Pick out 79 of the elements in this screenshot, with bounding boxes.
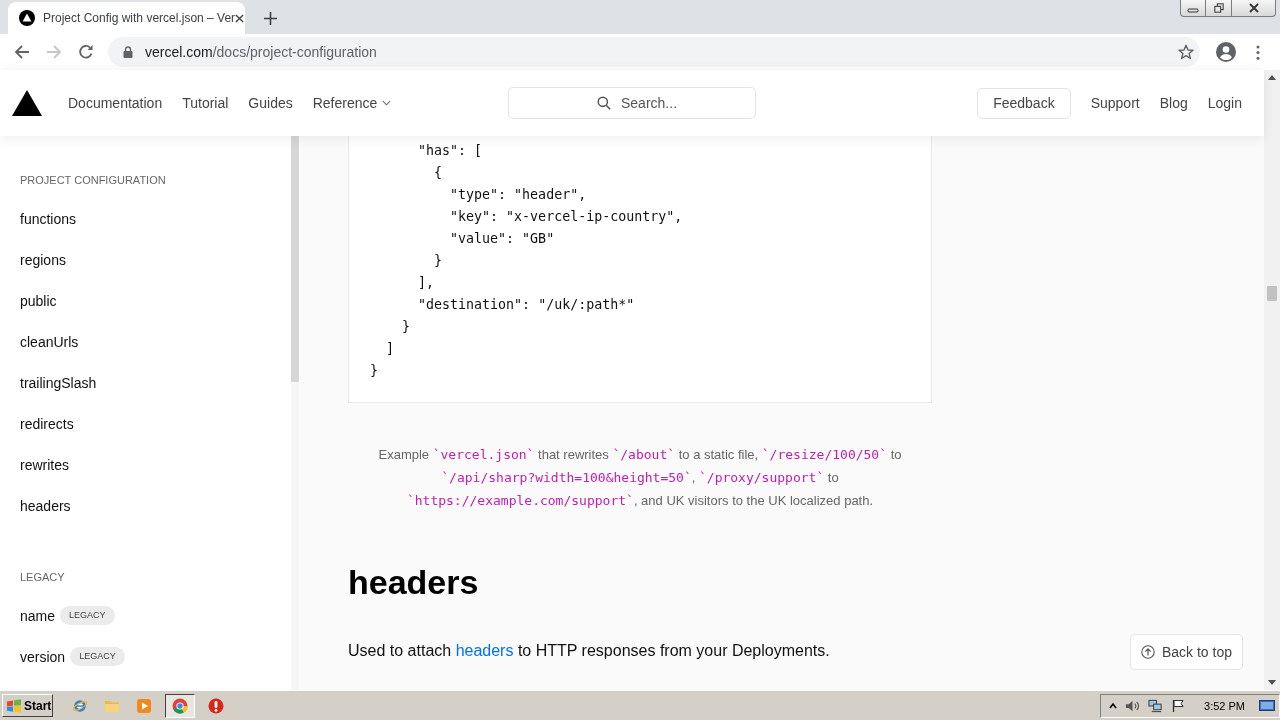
figure-caption: Example `vercel.json` that rewrites `/about` to a static file, `/resize/100/50` to `/api/sharp?width=100&height=50`, `/proxy/support` to `https://example.com/support`, and UK visitors to the UK localized path.: [377, 446, 903, 510]
code-line: }: [434, 253, 443, 268]
sidebar-scrollbar[interactable]: [291, 136, 299, 690]
triangle-logo-icon[interactable]: [12, 90, 42, 116]
desktop-icon[interactable]: [1259, 698, 1275, 713]
code-line: "has": [: [418, 143, 483, 158]
section-heading: headers: [348, 562, 480, 603]
address-bar[interactable]: vercel.com/docs/project-configuration: [108, 37, 1200, 67]
nav-link[interactable]: Guides: [248, 95, 293, 111]
network-icon[interactable]: [1148, 698, 1164, 713]
arrow-up-circle-icon: [1140, 645, 1155, 659]
back-arrow-icon[interactable]: [14, 44, 30, 60]
lock-icon: [123, 46, 133, 58]
sidebar-link[interactable]: cleanUrls: [20, 333, 79, 350]
caret-icon: [382, 100, 392, 106]
nav-link[interactable]: Documentation: [68, 95, 163, 111]
nav-link[interactable]: Blog: [1159, 95, 1188, 111]
sidebar-link[interactable]: name: [20, 607, 56, 624]
feedback-button[interactable]: Feedback: [977, 87, 1071, 119]
orbit-icon: [72, 697, 88, 714]
sidebar-link[interactable]: headers: [20, 497, 71, 514]
plus-icon[interactable]: [264, 11, 277, 25]
close-icon[interactable]: [235, 13, 245, 23]
more-menu-icon[interactable]: [1256, 44, 1260, 60]
nav-link[interactable]: Login: [1207, 95, 1242, 111]
close-button[interactable]: [1232, 0, 1276, 17]
nav-link[interactable]: Tutorial: [182, 95, 229, 111]
minimize-button[interactable]: [1180, 0, 1206, 17]
scrollbar-thumb[interactable]: [291, 136, 299, 382]
search-field[interactable]: Search...: [508, 87, 756, 119]
restore-icon: [1212, 3, 1225, 13]
exclamation-icon: [208, 697, 224, 714]
legacy-badge: LEGACY: [70, 647, 125, 666]
sidebar-link[interactable]: public: [20, 292, 57, 309]
legacy-badge: LEGACY: [60, 606, 115, 625]
search-icon: [597, 96, 611, 110]
close-icon: [1247, 3, 1260, 13]
star-icon[interactable]: [1178, 44, 1194, 60]
code-line: "value": "GB": [450, 231, 555, 246]
code-line: {: [434, 165, 443, 180]
reload-icon[interactable]: [78, 44, 94, 60]
triangle-logo-icon: [19, 10, 35, 26]
sidebar-link[interactable]: redirects: [20, 415, 74, 432]
sidebar-link[interactable]: trailingSlash: [20, 374, 97, 391]
code-line: "key": "x-vercel-ip-country",: [450, 209, 683, 224]
code-line: "type": "header",: [450, 187, 587, 202]
sidebar-link[interactable]: version: [20, 648, 66, 665]
body-paragraph: Used to attach headers to HTTP responses from your Deployments.: [348, 641, 830, 661]
browser-tab[interactable]: Project Config with vercel.json – Ver: [8, 2, 245, 34]
chevron-up-icon[interactable]: [1109, 701, 1118, 710]
profile-icon[interactable]: [1216, 42, 1236, 62]
back-to-top-button[interactable]: Back to top: [1130, 634, 1243, 670]
code-line: ]: [386, 341, 395, 356]
scroll-down-icon[interactable]: [1268, 680, 1276, 685]
sidebar-link[interactable]: rewrites: [20, 456, 69, 473]
clock[interactable]: 3:52 PM: [1204, 699, 1245, 712]
scrollbar-thumb[interactable]: [1267, 286, 1277, 301]
flag-logo-icon: [6, 697, 22, 714]
play-icon: [136, 697, 152, 714]
code-line: ],: [418, 275, 435, 290]
flag-icon[interactable]: [1171, 698, 1187, 713]
code-line: }: [370, 363, 378, 378]
taskbar-button[interactable]: [165, 693, 195, 718]
nav-link[interactable]: Support: [1090, 95, 1140, 111]
start-button[interactable]: Start: [2, 694, 53, 717]
inline-link[interactable]: headers: [455, 642, 514, 659]
code-line: }: [402, 319, 411, 334]
url-text: vercel.com/docs/project-configuration: [145, 44, 377, 60]
section-label: PROJECT CONFIGURATION: [20, 173, 166, 188]
speaker-icon[interactable]: [1125, 698, 1141, 713]
code-line: "destination": "/uk/:path*": [418, 297, 635, 312]
sidebar-link[interactable]: regions: [20, 251, 66, 268]
sidebar-link[interactable]: functions: [20, 210, 77, 227]
scroll-up-icon[interactable]: [1268, 75, 1276, 80]
nav-link[interactable]: Reference: [312, 95, 392, 111]
restore-button[interactable]: [1206, 0, 1232, 17]
color-wheel-icon: [172, 697, 188, 714]
page-scrollbar[interactable]: [1264, 70, 1280, 690]
section-label: LEGACY: [20, 570, 65, 585]
